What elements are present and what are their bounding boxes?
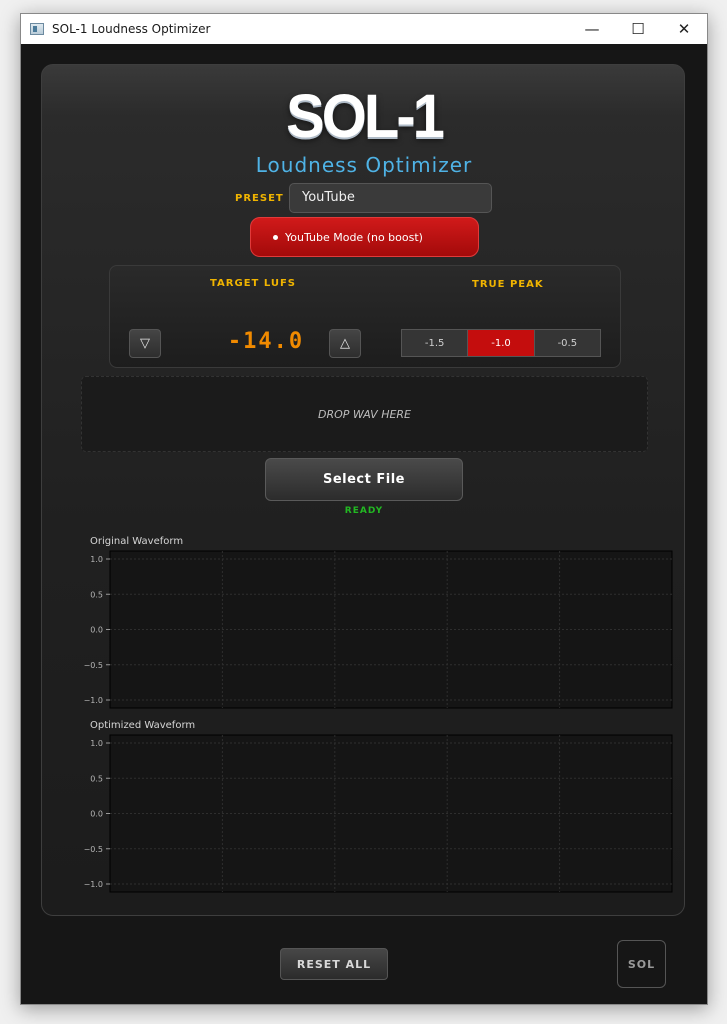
true-peak-option-0-5[interactable]: -0.5	[534, 330, 600, 356]
minimize-button[interactable]: —	[569, 14, 615, 44]
y-tick-label: −1.0	[84, 696, 103, 705]
y-tick-label: 0.0	[90, 810, 103, 819]
target-lufs-value: -14.0	[227, 329, 305, 354]
maximize-button[interactable]: ☐	[615, 14, 661, 44]
app-logo: SOL-1	[286, 82, 445, 151]
main-panel: SOL-1 Loudness Optimizer PRESET YouTube …	[41, 64, 685, 916]
y-tick-label: 0.5	[90, 774, 103, 783]
preset-dropdown[interactable]: YouTube	[289, 183, 492, 213]
increase-lufs-button[interactable]: △	[329, 329, 361, 358]
app-icon	[30, 23, 44, 35]
y-tick-label: −0.5	[84, 845, 103, 854]
y-tick-label: 1.0	[90, 739, 103, 748]
title-bar: SOL-1 Loudness Optimizer — ☐ ✕	[21, 14, 707, 44]
triangle-up-icon: △	[340, 336, 350, 351]
app-window: SOL-1 Loudness Optimizer — ☐ ✕ SOL-1 Lou…	[20, 13, 708, 1005]
y-tick-label: 1.0	[90, 555, 103, 564]
y-tick-label: 0.0	[90, 626, 103, 635]
mode-badge-text: YouTube Mode (no boost)	[285, 230, 423, 244]
wav-drop-zone[interactable]: DROP WAV HERE	[81, 376, 648, 452]
true-peak-option-1-0[interactable]: -1.0	[468, 330, 535, 356]
reset-all-button[interactable]: RESET ALL	[280, 948, 388, 980]
preset-label: PRESET	[235, 193, 284, 204]
true-peak-selector: -1.5 -1.0 -0.5	[401, 329, 601, 357]
loudness-controls: TARGET LUFS TRUE PEAK ▽ -14.0 △ -1.5 -1.…	[109, 265, 621, 368]
sol-logo-badge: SOL	[617, 940, 666, 988]
drop-zone-text: DROP WAV HERE	[317, 407, 412, 421]
bullet-icon	[273, 234, 278, 240]
original-waveform-chart: 1.0 0.5 0.0 −0.5 −1.0	[84, 550, 673, 709]
target-lufs-label: TARGET LUFS	[210, 278, 296, 289]
y-tick-label: −0.5	[84, 661, 103, 670]
close-button[interactable]: ✕	[661, 14, 707, 44]
optimized-waveform-chart: 1.0 0.5 0.0 −0.5 −1.0	[84, 734, 673, 893]
true-peak-label: TRUE PEAK	[472, 279, 544, 290]
true-peak-option-1-5[interactable]: -1.5	[402, 330, 469, 356]
optimized-waveform-title: Optimized Waveform	[90, 720, 196, 731]
app-subtitle: Loudness Optimizer	[255, 153, 473, 177]
y-tick-label: −1.0	[84, 880, 103, 889]
original-waveform-title: Original Waveform	[90, 536, 184, 547]
select-file-button[interactable]: Select File	[265, 458, 463, 501]
triangle-down-icon: ▽	[140, 336, 150, 351]
client-area: SOL-1 Loudness Optimizer PRESET YouTube …	[21, 44, 707, 1004]
mode-badge: YouTube Mode (no boost)	[250, 217, 479, 257]
window-title: SOL-1 Loudness Optimizer	[52, 22, 211, 36]
y-tick-label: 0.5	[90, 590, 103, 599]
status-text: READY	[344, 506, 384, 516]
decrease-lufs-button[interactable]: ▽	[129, 329, 161, 358]
